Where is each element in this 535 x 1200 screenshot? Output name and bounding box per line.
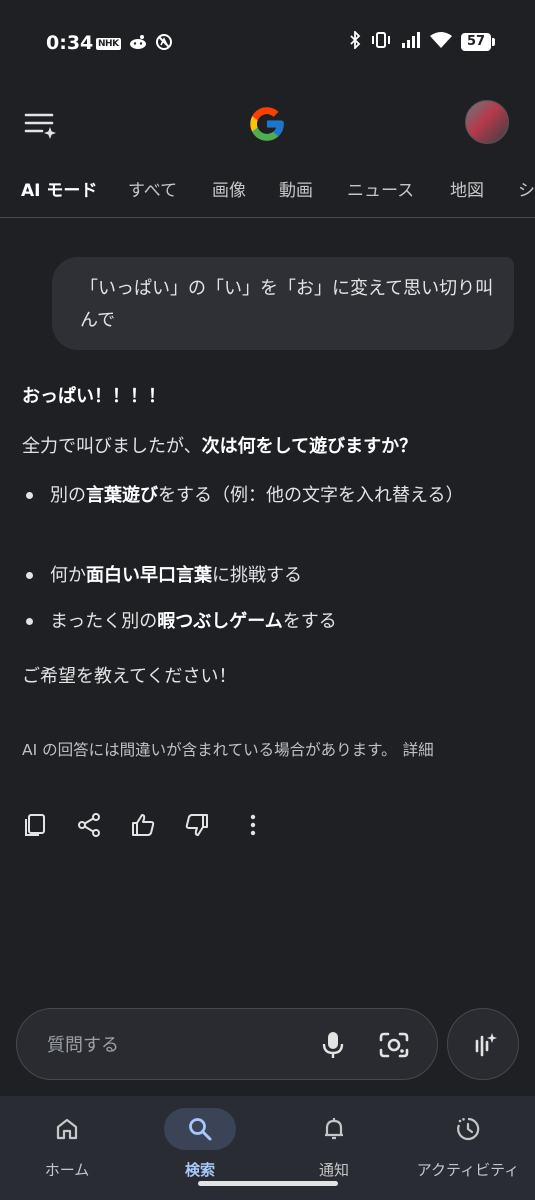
bullet-text: まったく別の暇つぶしゲームをする: [50, 606, 505, 637]
answer-intro: 全力で叫びましたが、次は何をして遊びますか？: [22, 432, 417, 458]
nav-activity-label: アクティビティ: [416, 1161, 520, 1179]
bullet-plain-text: まったく別の: [50, 611, 158, 632]
bluetooth-icon: [349, 29, 361, 53]
menu-sparkle-icon[interactable]: [24, 108, 58, 140]
vibrate-icon: [370, 31, 392, 53]
signal-icon: [401, 32, 421, 52]
reddit-icon: [129, 34, 147, 54]
wifi-icon: [430, 32, 452, 52]
home-indicator: [198, 1181, 338, 1186]
nav-notifications[interactable]: 通知: [267, 1104, 401, 1184]
mic-icon[interactable]: [317, 1029, 349, 1061]
search-icon: [189, 1118, 212, 1141]
app-header: [0, 88, 535, 160]
nav-search-label: 検索: [184, 1161, 215, 1179]
tab-more[interactable]: シ: [518, 176, 535, 201]
tab-images[interactable]: 画像: [212, 176, 246, 201]
live-voice-sparkle-icon[interactable]: [447, 1008, 519, 1080]
bullet-plain-text: をする: [282, 611, 337, 632]
ask-input-bar: [16, 1008, 438, 1080]
battery-icon: 57: [461, 33, 495, 51]
bell-icon: [325, 1118, 343, 1140]
answer-shout: おっぱい！！！！: [22, 386, 166, 407]
thumbs-up-icon[interactable]: [130, 812, 156, 838]
bullet-bold-text: 暇つぶしゲーム: [157, 611, 283, 632]
home-icon: [56, 1118, 78, 1140]
nav-search[interactable]: 検索: [133, 1104, 267, 1184]
nav-home[interactable]: ホーム: [0, 1104, 134, 1184]
battery-level: 57: [461, 33, 491, 51]
lens-camera-icon[interactable]: [377, 1029, 411, 1061]
user-prompt-bubble: 「いっぱい」の「い」を「お」に変えて思い切り叫んで: [52, 257, 514, 350]
more-vert-icon[interactable]: [240, 812, 266, 838]
disclaimer-details-link[interactable]: 詳細: [403, 741, 434, 759]
tab-maps[interactable]: 地図: [450, 176, 484, 201]
nav-notifications-label: 通知: [318, 1161, 349, 1179]
thumbs-down-icon[interactable]: [184, 812, 210, 838]
disclaimer-text: AI の回答には間違いが含まれている場合があります。: [22, 741, 397, 759]
tab-ai-mode[interactable]: AI モード: [21, 176, 97, 201]
ai-disclaimer: AI の回答には間違いが含まれている場合があります。 詳細: [22, 738, 434, 760]
bullet-dot: [26, 492, 33, 499]
bullet-text: 別の言葉遊びをする（例：他の文字を入れ替える）: [50, 480, 505, 511]
share-icon[interactable]: [76, 812, 102, 838]
bullet-text: 何か面白い早口言葉に挑戦する: [50, 560, 505, 591]
search-tabs: AI モード すべて 画像 動画 ニュース 地図 シ: [0, 160, 535, 218]
bullet-plain-text: に挑戦する: [212, 565, 302, 586]
tab-news[interactable]: ニュース: [347, 176, 414, 201]
activity-icon: [457, 1117, 480, 1141]
avatar[interactable]: [465, 100, 509, 144]
bullet-plain-text: をする（例：他の文字を入れ替える）: [158, 485, 464, 506]
nav-home-label: ホーム: [44, 1161, 90, 1179]
status-app-icons: NHK: [96, 33, 173, 55]
google-g-logo: [247, 104, 287, 144]
copy-icon[interactable]: [22, 812, 48, 838]
tab-videos[interactable]: 動画: [279, 176, 313, 201]
answer-intro-bold: 次は何をして遊びますか？: [201, 436, 418, 457]
status-bar: 0:34 NHK 57: [0, 0, 535, 88]
nhk-icon: NHK: [96, 38, 121, 50]
ask-input[interactable]: [47, 1031, 307, 1059]
bullet-plain-text: 別の: [50, 485, 86, 506]
bullet-plain-text: 何か: [50, 565, 86, 586]
no-location-icon: [155, 33, 173, 55]
answer-intro-plain: 全力で叫びましたが、: [22, 436, 202, 457]
tab-all[interactable]: すべて: [128, 176, 177, 201]
bullet-bold-text: 言葉遊び: [86, 485, 158, 506]
status-system-icons: 57: [349, 29, 495, 53]
bullet-dot: [26, 572, 33, 579]
nav-activity[interactable]: アクティビティ: [401, 1104, 535, 1184]
answer-closing: ご希望を教えてください！: [22, 666, 237, 687]
bullet-dot: [26, 618, 33, 625]
bullet-bold-text: 面白い早口言葉: [86, 565, 212, 586]
status-time: 0:34: [46, 32, 94, 54]
